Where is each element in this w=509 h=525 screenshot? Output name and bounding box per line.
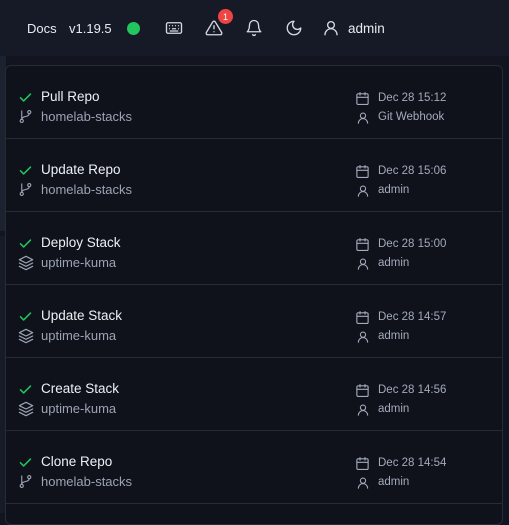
user-menu[interactable]: admin [322,0,385,56]
docs-link[interactable]: Docs [27,0,57,56]
bell-icon [246,19,262,37]
update-date: Dec 28 15:00 [378,238,447,250]
user-icon [356,257,370,276]
layers-icon [18,255,34,276]
moon-icon [286,20,302,36]
update-row[interactable]: Create Stack uptime-kuma Dec 28 14:56 admin [6,358,502,431]
git-branch-icon [18,109,33,129]
update-date: Dec 28 15:12 [378,92,447,104]
update-target[interactable]: uptime-kuma [41,255,116,270]
update-date: Dec 28 14:54 [378,457,447,469]
user-icon [356,111,370,130]
update-row[interactable]: Pull Repo homelab-stacks Dec 28 15:12 Git W… [6,66,502,139]
calendar-icon [355,310,370,330]
update-row[interactable]: Clone Repo homelab-stacks Dec 28 14:54 admi… [6,431,502,504]
update-row[interactable]: Deploy Stack uptime-kuma Dec 28 15:00 admin [6,212,502,285]
status-dot-icon [127,21,140,35]
alerts-count-badge: 1 [218,9,233,24]
update-date: Dec 28 14:57 [378,311,447,323]
update-target[interactable]: uptime-kuma [41,401,116,416]
update-title: Deploy Stack [41,235,121,250]
check-icon [18,455,33,475]
update-operator: admin [378,476,410,488]
user-icon [356,184,370,203]
check-icon [18,90,33,110]
check-icon [18,163,33,183]
update-date: Dec 28 15:06 [378,165,447,177]
version-label[interactable]: v1.19.5 [69,0,112,56]
top-bar: Docs v1.19.5 1 admin [0,0,509,56]
update-row[interactable]: Update Stack uptime-kuma Dec 28 14:57 admin [6,285,502,358]
status-indicator[interactable] [127,0,140,56]
update-operator: admin [378,330,410,342]
update-target[interactable]: homelab-stacks [41,182,132,197]
calendar-icon [355,237,370,257]
user-icon [356,330,370,349]
check-icon [18,309,33,329]
update-target[interactable]: uptime-kuma [41,328,116,343]
calendar-icon [355,456,370,476]
update-title: Update Repo [41,162,121,177]
calendar-icon [355,383,370,403]
update-date: Dec 28 14:56 [378,384,447,396]
update-row[interactable]: Update Repo homelab-stacks Dec 28 15:06 adm… [6,139,502,212]
git-branch-icon [18,474,33,494]
calendar-icon [355,164,370,184]
keyboard-shortcuts-button[interactable] [165,0,183,56]
layers-icon [18,401,34,422]
check-icon [18,236,33,256]
update-operator: admin [378,403,410,415]
update-operator: admin [378,257,410,269]
layers-icon [18,328,34,349]
user-icon [356,403,370,422]
update-title: Pull Repo [41,89,100,104]
user-icon [356,476,370,495]
git-branch-icon [18,182,33,202]
calendar-icon [355,91,370,111]
user-icon [324,20,338,36]
update-operator: Git Webhook [378,111,445,123]
update-title: Create Stack [41,381,120,396]
theme-toggle-button[interactable] [285,0,303,56]
check-icon [18,382,33,402]
update-title: Update Stack [41,308,123,323]
update-operator: admin [378,184,410,196]
update-target[interactable]: homelab-stacks [41,474,132,489]
keyboard-icon [165,22,183,34]
updates-dropdown-panel: Pull Repo homelab-stacks Dec 28 15:12 Git W… [5,65,503,525]
update-target[interactable]: homelab-stacks [41,109,132,124]
user-name: admin [348,20,385,36]
notifications-button[interactable] [245,0,263,56]
update-title: Clone Repo [41,454,113,469]
alerts-button[interactable] [205,0,223,56]
